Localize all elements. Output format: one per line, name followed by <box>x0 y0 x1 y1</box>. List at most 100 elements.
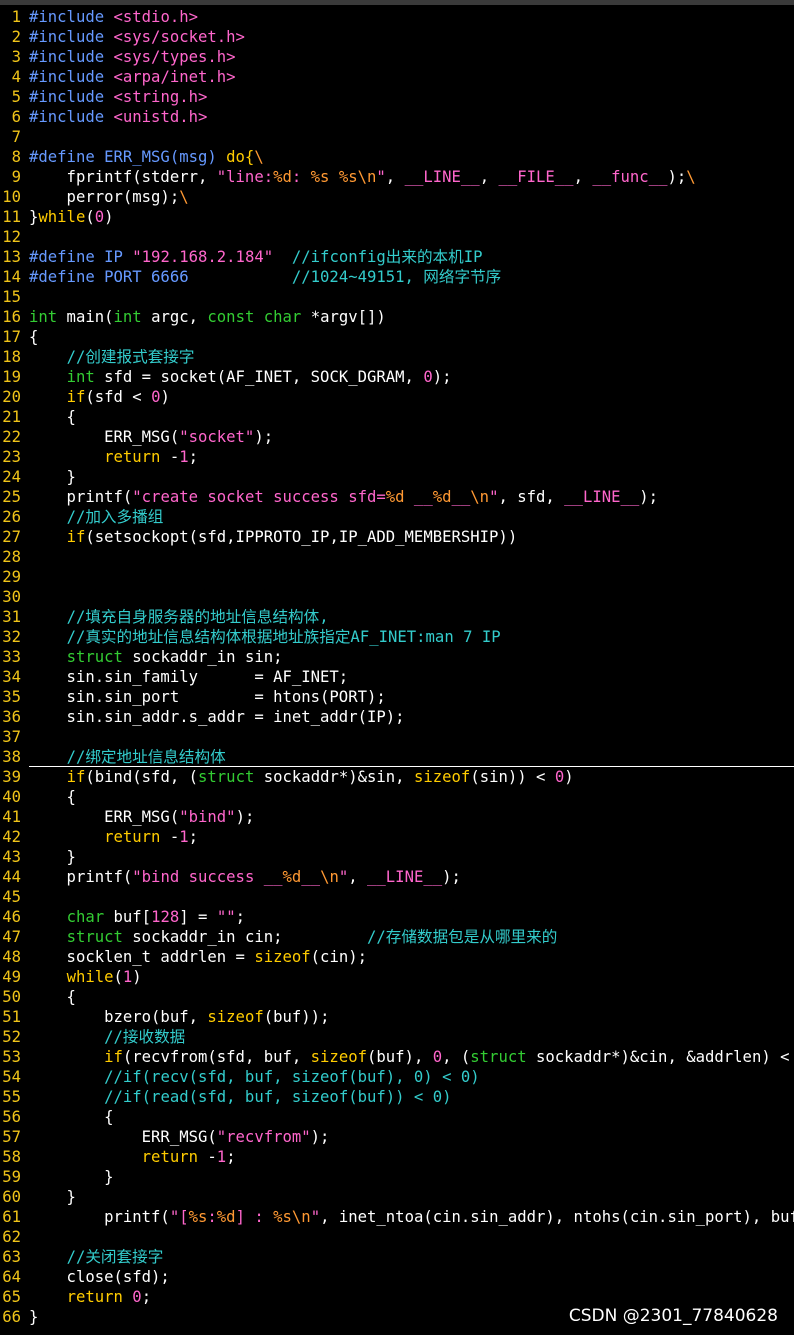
code-line[interactable]: 30 <box>0 587 794 607</box>
code-line[interactable]: 59 } <box>0 1167 794 1187</box>
code-line[interactable]: 23 return -1; <box>0 447 794 467</box>
code-line[interactable]: 27 if(setsockopt(sfd,IPPROTO_IP,IP_ADD_M… <box>0 527 794 547</box>
code-line[interactable]: 51 bzero(buf, sizeof(buf)); <box>0 1007 794 1027</box>
code-line[interactable]: 12 <box>0 227 794 247</box>
code-line[interactable]: 39 if(bind(sfd, (struct sockaddr*)&sin, … <box>0 767 794 787</box>
code-text[interactable]: return -1; <box>29 1147 236 1167</box>
code-editor[interactable]: 1 #include <stdio.h> 2 #include <sys/socket… <box>0 7 794 1327</box>
code-text[interactable]: printf("create socket success sfd=%d __%… <box>29 487 659 507</box>
code-text[interactable]: //创建报式套接字 <box>29 347 195 367</box>
code-text[interactable]: //if(recv(sfd, buf, sizeof(buf), 0) < 0) <box>29 1067 480 1087</box>
code-line[interactable]: 19 int sfd = socket(AF_INET, SOCK_DGRAM,… <box>0 367 794 387</box>
code-text[interactable]: ERR_MSG("bind"); <box>29 807 254 827</box>
code-line[interactable]: 46 char buf[128] = ""; <box>0 907 794 927</box>
code-text[interactable]: return -1; <box>29 827 198 847</box>
code-line[interactable]: 2 #include <sys/socket.h> <box>0 27 794 47</box>
code-line[interactable]: 29 <box>0 567 794 587</box>
code-text[interactable]: { <box>29 327 38 347</box>
code-line[interactable]: 55 //if(read(sfd, buf, sizeof(buf)) < 0) <box>0 1087 794 1107</box>
code-line[interactable]: 34 sin.sin_family = AF_INET; <box>0 667 794 687</box>
code-text[interactable]: bzero(buf, sizeof(buf)); <box>29 1007 329 1027</box>
code-text[interactable]: return -1; <box>29 447 198 467</box>
code-text[interactable]: //绑定地址信息结构体 <box>29 747 226 767</box>
code-text[interactable]: char buf[128] = ""; <box>29 907 245 927</box>
code-line[interactable]: 21 { <box>0 407 794 427</box>
code-line[interactable]: 60 } <box>0 1187 794 1207</box>
code-line[interactable]: 56 { <box>0 1107 794 1127</box>
code-text[interactable]: #include <arpa/inet.h> <box>29 67 236 87</box>
code-text[interactable]: { <box>29 1107 113 1127</box>
code-line[interactable]: 32 //真实的地址信息结构体根据地址族指定AF_INET:man 7 IP <box>0 627 794 647</box>
code-line[interactable]: 26 //加入多播组 <box>0 507 794 527</box>
code-line[interactable]: 7 <box>0 127 794 147</box>
code-text[interactable]: #include <sys/types.h> <box>29 47 236 67</box>
code-text[interactable]: { <box>29 407 76 427</box>
code-line[interactable]: 52 //接收数据 <box>0 1027 794 1047</box>
code-text[interactable]: #include <string.h> <box>29 87 207 107</box>
code-line[interactable]: 61 printf("[%s:%d] : %s\n", inet_ntoa(ci… <box>0 1207 794 1227</box>
code-text[interactable]: sin.sin_family = AF_INET; <box>29 667 349 687</box>
code-line[interactable]: 63 //关闭套接字 <box>0 1247 794 1267</box>
code-text[interactable]: #include <unistd.h> <box>29 107 207 127</box>
code-line[interactable]: 47 struct sockaddr_in cin; //存储数据包是从哪里来的 <box>0 927 794 947</box>
code-text[interactable]: //关闭套接字 <box>29 1247 164 1267</box>
code-text[interactable]: //加入多播组 <box>29 507 164 527</box>
code-line[interactable]: 53 if(recvfrom(sfd, buf, sizeof(buf), 0,… <box>0 1047 794 1067</box>
code-line[interactable]: 18 //创建报式套接字 <box>0 347 794 367</box>
code-text[interactable]: perror(msg);\ <box>29 187 189 207</box>
code-line[interactable]: 57 ERR_MSG("recvfrom"); <box>0 1127 794 1147</box>
code-text[interactable]: //真实的地址信息结构体根据地址族指定AF_INET:man 7 IP <box>29 627 501 647</box>
code-line[interactable]: 6 #include <unistd.h> <box>0 107 794 127</box>
code-line[interactable]: 35 sin.sin_port = htons(PORT); <box>0 687 794 707</box>
code-text[interactable]: fprintf(stderr, "line:%d: %s %s\n", __LI… <box>29 167 696 187</box>
code-line[interactable]: 17 { <box>0 327 794 347</box>
code-text[interactable]: } <box>29 1187 76 1207</box>
code-text[interactable]: #define ERR_MSG(msg) do{\ <box>29 147 264 167</box>
code-text[interactable]: } <box>29 1167 113 1187</box>
code-line[interactable]: 9 fprintf(stderr, "line:%d: %s %s\n", __… <box>0 167 794 187</box>
code-line[interactable]: 1 #include <stdio.h> <box>0 7 794 27</box>
code-line[interactable]: 41 ERR_MSG("bind"); <box>0 807 794 827</box>
code-line[interactable]: 48 socklen_t addrlen = sizeof(cin); <box>0 947 794 967</box>
code-line[interactable]: 28 <box>0 547 794 567</box>
code-text[interactable]: sin.sin_addr.s_addr = inet_addr(IP); <box>29 707 405 727</box>
code-text[interactable]: //接收数据 <box>29 1027 185 1047</box>
code-line[interactable]: 15 <box>0 287 794 307</box>
code-line[interactable]: 8 #define ERR_MSG(msg) do{\ <box>0 147 794 167</box>
code-line[interactable]: 10 perror(msg);\ <box>0 187 794 207</box>
code-text[interactable]: if(bind(sfd, (struct sockaddr*)&sin, siz… <box>29 767 574 787</box>
code-text[interactable]: //if(read(sfd, buf, sizeof(buf)) < 0) <box>29 1087 451 1107</box>
code-text[interactable]: //填充自身服务器的地址信息结构体, <box>29 607 329 627</box>
code-text[interactable]: int sfd = socket(AF_INET, SOCK_DGRAM, 0)… <box>29 367 452 387</box>
code-line[interactable]: 36 sin.sin_addr.s_addr = inet_addr(IP); <box>0 707 794 727</box>
code-line[interactable]: 20 if(sfd < 0) <box>0 387 794 407</box>
code-text[interactable]: if(setsockopt(sfd,IPPROTO_IP,IP_ADD_MEMB… <box>29 527 518 547</box>
code-text[interactable]: ERR_MSG("recvfrom"); <box>29 1127 330 1147</box>
code-line[interactable]: 40 { <box>0 787 794 807</box>
code-line[interactable]: 54 //if(recv(sfd, buf, sizeof(buf), 0) <… <box>0 1067 794 1087</box>
code-text[interactable]: struct sockaddr_in cin; //存储数据包是从哪里来的 <box>29 927 558 947</box>
code-line[interactable]: 4 #include <arpa/inet.h> <box>0 67 794 87</box>
code-line[interactable]: 50 { <box>0 987 794 1007</box>
code-text[interactable]: printf("[%s:%d] : %s\n", inet_ntoa(cin.s… <box>29 1207 794 1227</box>
code-line[interactable]: 25 printf("create socket success sfd=%d … <box>0 487 794 507</box>
code-line[interactable]: 37 <box>0 727 794 747</box>
code-text[interactable]: return 0; <box>29 1287 152 1307</box>
code-line[interactable]: 65 return 0; <box>0 1287 794 1307</box>
code-text[interactable]: if(sfd < 0) <box>29 387 170 407</box>
code-line[interactable]: 43 } <box>0 847 794 867</box>
code-text[interactable]: #define PORT 6666 //1024~49151, 网络字节序 <box>29 267 501 287</box>
code-line[interactable]: 64 close(sfd); <box>0 1267 794 1287</box>
code-line[interactable]: 42 return -1; <box>0 827 794 847</box>
code-line[interactable]: 33 struct sockaddr_in sin; <box>0 647 794 667</box>
code-line[interactable]: 62 <box>0 1227 794 1247</box>
code-line[interactable]: 38 //绑定地址信息结构体 <box>0 747 794 767</box>
code-text[interactable]: int main(int argc, const char *argv[]) <box>29 307 386 327</box>
code-line[interactable]: 16 int main(int argc, const char *argv[]) <box>0 307 794 327</box>
code-text[interactable]: { <box>29 987 76 1007</box>
code-text[interactable]: ERR_MSG("socket"); <box>29 427 273 447</box>
code-text[interactable]: { <box>29 787 76 807</box>
code-text[interactable]: close(sfd); <box>29 1267 170 1287</box>
code-text[interactable]: printf("bind success __%d__\n", __LINE__… <box>29 867 461 887</box>
code-line[interactable]: 11}while(0) <box>0 207 794 227</box>
